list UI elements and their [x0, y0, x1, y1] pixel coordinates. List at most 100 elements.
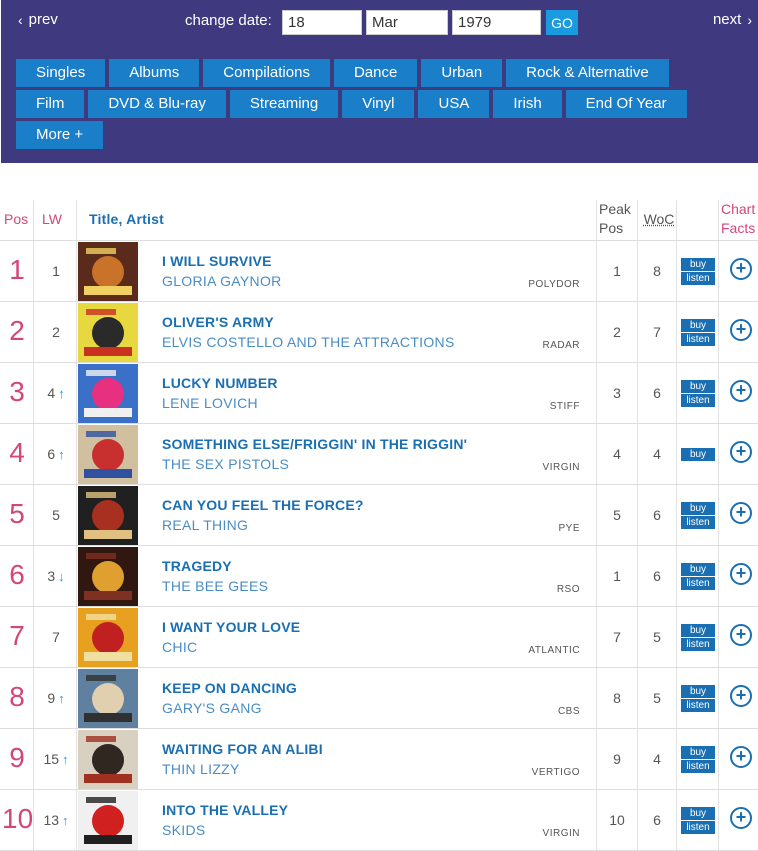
song-title[interactable]: TRAGEDY — [162, 558, 232, 574]
listen-button[interactable]: listen — [681, 272, 715, 285]
category-more[interactable]: More + — [16, 121, 104, 149]
song-title[interactable]: INTO THE VALLEY — [162, 802, 288, 818]
category-urban[interactable]: Urban — [421, 59, 503, 87]
category-film[interactable]: Film — [16, 90, 85, 118]
buy-button[interactable]: buy — [681, 502, 715, 515]
listen-button[interactable]: listen — [681, 821, 715, 834]
chart-facts-plus-icon[interactable]: + — [730, 807, 752, 829]
category-compilations[interactable]: Compilations — [203, 59, 330, 87]
chart-facts-plus-icon[interactable]: + — [730, 319, 752, 341]
prev-button[interactable]: ‹ prev — [18, 11, 58, 28]
artist-name[interactable]: ELVIS COSTELLO AND THE ATTRACTIONS — [162, 334, 455, 350]
category-dvd-blu-ray[interactable]: DVD & Blu-ray — [88, 90, 226, 118]
song-title[interactable]: KEEP ON DANCING — [162, 680, 297, 696]
listen-button[interactable]: listen — [681, 760, 715, 773]
day-input[interactable] — [282, 10, 362, 35]
artist-name[interactable]: GARY'S GANG — [162, 700, 262, 716]
song-title[interactable]: LUCKY NUMBER — [162, 375, 278, 391]
buy-button[interactable]: buy — [681, 746, 715, 759]
song-title[interactable]: SOMETHING ELSE/FRIGGIN' IN THE RIGGIN' — [162, 436, 467, 452]
chart-facts-plus-icon[interactable]: + — [730, 685, 752, 707]
weeks-on-chart: 5 — [653, 629, 661, 645]
song-title[interactable]: WAITING FOR AN ALIBI — [162, 741, 323, 757]
album-cover[interactable] — [78, 364, 138, 423]
category-end-of-year[interactable]: End Of Year — [565, 90, 687, 118]
header-woc[interactable]: WoC — [640, 210, 678, 229]
table-row: 2 2 OLIVER'S ARMY ELVIS COSTELLO AND THE… — [0, 302, 758, 363]
category-irish[interactable]: Irish — [493, 90, 562, 118]
category-streaming[interactable]: Streaming — [229, 90, 339, 118]
album-cover[interactable] — [78, 242, 138, 301]
album-cover[interactable] — [78, 486, 138, 545]
year-input[interactable] — [452, 10, 541, 35]
position-number: 1 — [9, 254, 25, 285]
song-title[interactable]: I WANT YOUR LOVE — [162, 619, 300, 635]
buy-button[interactable]: buy — [681, 563, 715, 576]
artist-name[interactable]: CHIC — [162, 639, 197, 655]
buy-button[interactable]: buy — [681, 448, 715, 461]
record-label: STIFF — [549, 401, 580, 412]
buy-listen-group: buy listen — [681, 746, 715, 773]
buy-button[interactable]: buy — [681, 624, 715, 637]
artist-name[interactable]: GLORIA GAYNOR — [162, 273, 282, 289]
chart-facts-plus-icon[interactable]: + — [730, 258, 752, 280]
arrow-up-icon: ↑ — [58, 690, 65, 706]
month-input[interactable] — [366, 10, 448, 35]
listen-button[interactable]: listen — [681, 516, 715, 529]
album-cover[interactable] — [78, 425, 138, 484]
peak-position: 5 — [613, 507, 621, 523]
buy-listen-group: buy listen — [681, 258, 715, 285]
listen-button[interactable]: listen — [681, 638, 715, 651]
category-rock-alternative[interactable]: Rock & Alternative — [506, 59, 669, 87]
peak-position: 7 — [613, 629, 621, 645]
listen-button[interactable]: listen — [681, 577, 715, 590]
chart-facts-plus-icon[interactable]: + — [730, 746, 752, 768]
buy-button[interactable]: buy — [681, 380, 715, 393]
header-title-artist: Title, Artist — [89, 211, 164, 227]
chart-facts-plus-icon[interactable]: + — [730, 380, 752, 402]
chart-facts-plus-icon[interactable]: + — [730, 441, 752, 463]
category-dance[interactable]: Dance — [333, 59, 418, 87]
chart-facts-plus-icon[interactable]: + — [730, 502, 752, 524]
last-week: 6 ↑ — [38, 446, 74, 462]
category-singles[interactable]: Singles — [16, 59, 106, 87]
record-label: CBS — [557, 706, 580, 717]
song-title[interactable]: I WILL SURVIVE — [162, 253, 272, 269]
song-title[interactable]: CAN YOU FEEL THE FORCE? — [162, 497, 364, 513]
go-button[interactable]: GO — [546, 10, 578, 35]
position-number: 6 — [9, 559, 25, 590]
artist-name[interactable]: THIN LIZZY — [162, 761, 240, 777]
buy-button[interactable]: buy — [681, 685, 715, 698]
artist-name[interactable]: SKIDS — [162, 822, 206, 838]
category-usa[interactable]: USA — [418, 90, 490, 118]
artist-name[interactable]: THE SEX PISTOLS — [162, 456, 289, 472]
next-button[interactable]: next › — [713, 11, 752, 28]
album-cover[interactable] — [78, 608, 138, 667]
table-row: 4 6 ↑ SOMETHING ELSE/FRIGGIN' IN THE RIGG… — [0, 424, 758, 485]
table-row: 7 7 I WANT YOUR LOVE CHIC ATLANTIC 7 5 b… — [0, 607, 758, 668]
song-title[interactable]: OLIVER'S ARMY — [162, 314, 274, 330]
buy-button[interactable]: buy — [681, 258, 715, 271]
listen-button[interactable]: listen — [681, 333, 715, 346]
artist-name[interactable]: REAL THING — [162, 517, 248, 533]
category-albums[interactable]: Albums — [109, 59, 200, 87]
chart-rows: 1 1 I WILL SURVIVE GLORIA GAYNOR POLYDOR… — [0, 241, 758, 851]
artist-name[interactable]: LENE LOVICH — [162, 395, 258, 411]
album-cover[interactable] — [78, 547, 138, 606]
artist-name[interactable]: THE BEE GEES — [162, 578, 268, 594]
category-vinyl[interactable]: Vinyl — [342, 90, 415, 118]
album-cover[interactable] — [78, 791, 138, 850]
last-week-value: 15 — [43, 751, 60, 767]
table-row: 1 1 I WILL SURVIVE GLORIA GAYNOR POLYDOR… — [0, 241, 758, 302]
buy-button[interactable]: buy — [681, 807, 715, 820]
album-cover[interactable] — [78, 669, 138, 728]
chart-facts-plus-icon[interactable]: + — [730, 624, 752, 646]
album-cover[interactable] — [78, 303, 138, 362]
peak-position: 1 — [613, 263, 621, 279]
listen-button[interactable]: listen — [681, 699, 715, 712]
chart-facts-plus-icon[interactable]: + — [730, 563, 752, 585]
listen-button[interactable]: listen — [681, 394, 715, 407]
buy-button[interactable]: buy — [681, 319, 715, 332]
peak-position: 4 — [613, 446, 621, 462]
album-cover[interactable] — [78, 730, 138, 789]
